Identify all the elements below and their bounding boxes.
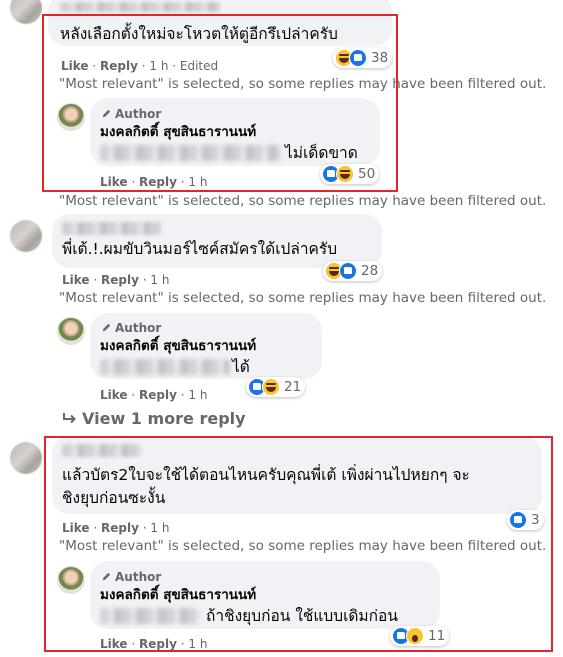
- commenter-avatar[interactable]: [10, 220, 42, 252]
- timestamp[interactable]: 1 h: [150, 273, 169, 287]
- pen-icon: [102, 323, 111, 332]
- like-link[interactable]: Like: [62, 273, 90, 287]
- commenter-name-blurred[interactable]: [60, 2, 220, 12]
- timestamp[interactable]: 1 h: [188, 388, 207, 402]
- reply-actions: Like · Reply · 1 h: [100, 388, 208, 402]
- author-badge: Author: [101, 321, 161, 335]
- commenter-avatar[interactable]: [10, 442, 42, 474]
- reaction-count: 21: [284, 379, 302, 395]
- reaction-summary[interactable]: 28: [323, 261, 383, 281]
- like-reaction-icon: [339, 262, 357, 280]
- author-avatar[interactable]: [57, 317, 85, 345]
- reply-text-blurred: [100, 359, 230, 375]
- reply-reaction-summary[interactable]: 21: [246, 377, 306, 397]
- highlight-box-2: [44, 436, 553, 652]
- reply-text: ได้: [232, 358, 250, 376]
- filter-notice: "Most relevant" is selected, so some rep…: [59, 290, 547, 306]
- filter-notice: "Most relevant" is selected, so some rep…: [59, 193, 547, 209]
- like-link[interactable]: Like: [100, 388, 128, 402]
- reply-link[interactable]: Reply: [101, 273, 139, 287]
- commenter-avatar[interactable]: [10, 0, 42, 24]
- view-more-replies-link[interactable]: View 1 more reply: [62, 409, 246, 429]
- comment-actions: Like · Reply · 1 h: [62, 273, 170, 287]
- author-name[interactable]: มงคลกิตติ์ สุขสินธารานนท์: [100, 338, 256, 355]
- reply-link[interactable]: Reply: [139, 388, 177, 402]
- commenter-name-blurred[interactable]: [62, 222, 162, 235]
- reply-arrow-icon: [63, 413, 76, 424]
- reaction-count: 28: [361, 263, 379, 279]
- comment-text: พี่เต้.!.ผมขับวินมอร์ไซค์สมัครใด้เปล่าคร…: [62, 240, 338, 258]
- highlight-box-1: [42, 14, 398, 192]
- haha-reaction-icon: [262, 378, 280, 396]
